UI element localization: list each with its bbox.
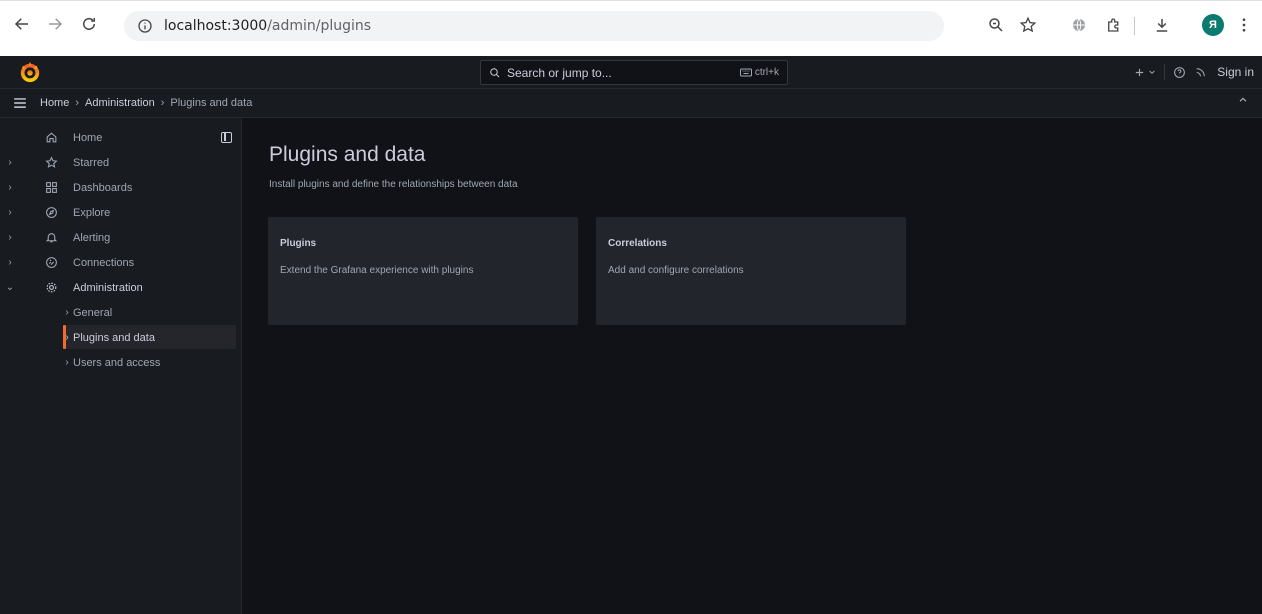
new-menu-button[interactable] <box>1134 67 1156 78</box>
sidebar-item-general[interactable]: › General <box>0 300 242 325</box>
sidebar-item-plugins-and-data[interactable]: › Plugins and data <box>0 325 242 350</box>
sidebar-item-label: General <box>73 306 113 319</box>
breadcrumb-separator-icon: › <box>75 97 80 109</box>
sidebar-item-dashboards[interactable]: › Dashboards <box>0 175 242 200</box>
bookmark-button[interactable] <box>1014 11 1042 39</box>
breadcrumb-separator-icon: › <box>160 97 165 109</box>
address-bar[interactable]: localhost:3000/admin/plugins <box>124 11 944 41</box>
chevron-right-icon[interactable]: › <box>5 257 15 268</box>
chevron-right-icon[interactable]: › <box>5 232 15 243</box>
card-title: Plugins <box>280 238 317 249</box>
chevron-right-icon[interactable]: › <box>5 182 15 193</box>
back-button[interactable] <box>9 11 35 37</box>
star-icon <box>44 156 58 170</box>
browser-menu-button[interactable] <box>1230 11 1258 39</box>
plugins-card[interactable]: Plugins Extend the Grafana experience wi… <box>268 217 578 325</box>
zoom-icon <box>989 18 1003 32</box>
menu-toggle-button[interactable] <box>0 89 40 118</box>
shortcut-label: ctrl+k <box>754 67 779 78</box>
url-host: localhost:3000 <box>164 18 268 34</box>
chevron-right-icon[interactable]: › <box>62 307 72 318</box>
puzzle-icon <box>1108 18 1119 32</box>
arrow-right-icon <box>49 18 63 30</box>
sidebar-item-connections[interactable]: › Connections <box>0 250 242 275</box>
chevron-right-icon[interactable]: › <box>62 332 72 343</box>
sidebar-item-home[interactable]: Home <box>0 125 242 150</box>
search-placeholder: Search or jump to... <box>507 65 612 80</box>
keyboard-icon <box>739 68 752 77</box>
site-info-icon[interactable] <box>132 18 158 34</box>
home-icon <box>44 131 58 145</box>
sidebar-item-starred[interactable]: › Starred <box>0 150 242 175</box>
page-title: Plugins and data <box>269 143 426 166</box>
sidebar-item-label: Home <box>73 131 103 144</box>
zoom-button[interactable] <box>982 11 1010 39</box>
topbar-divider <box>1164 64 1166 80</box>
breadcrumb-administration[interactable]: Administration <box>85 97 155 109</box>
profile-avatar[interactable]: Я <box>1202 14 1224 36</box>
reload-icon <box>83 17 95 30</box>
bell-icon <box>44 231 58 245</box>
sign-in-link[interactable]: Sign in <box>1217 65 1254 79</box>
search-bar[interactable]: Search or jump to... ctrl+k <box>480 60 788 85</box>
download-icon <box>1156 19 1168 32</box>
sidebar-item-explore[interactable]: › Explore <box>0 200 242 225</box>
url-text: localhost:3000/admin/plugins <box>164 17 371 35</box>
page-subtitle: Install plugins and define the relations… <box>269 179 518 190</box>
rss-icon[interactable] <box>1194 66 1207 79</box>
apps-icon <box>44 181 58 195</box>
sidebar-item-label: Connections <box>73 256 135 269</box>
sidebar-item-alerting[interactable]: › Alerting <box>0 225 242 250</box>
reload-button[interactable] <box>76 11 102 37</box>
sidebar-item-label: Starred <box>73 156 110 169</box>
sidebar-item-label: Administration <box>73 281 143 294</box>
card-description: Add and configure correlations <box>608 265 744 276</box>
more-vertical-icon <box>1242 18 1246 32</box>
globe-icon <box>1073 18 1085 32</box>
sidebar-item-label: Plugins and data <box>73 331 155 344</box>
sidebar-item-label: Users and access <box>73 356 161 369</box>
url-path: /admin/plugins <box>267 18 372 34</box>
chevron-right-icon[interactable]: › <box>5 157 15 168</box>
extension-globe-button[interactable] <box>1065 11 1093 39</box>
connections-icon <box>44 256 58 270</box>
search-icon <box>490 67 500 77</box>
compass-icon <box>44 206 58 220</box>
breadcrumb: Home › Administration › Plugins and data <box>0 89 1262 118</box>
card-description: Extend the Grafana experience with plugi… <box>280 265 474 276</box>
sidebar-item-label: Alerting <box>73 231 111 244</box>
sidebar-item-label: Dashboards <box>73 181 133 194</box>
chevron-up-icon[interactable] <box>1238 95 1248 105</box>
arrow-left-icon <box>14 18 28 30</box>
forward-button[interactable] <box>42 11 68 37</box>
hamburger-icon <box>14 98 26 108</box>
browser-toolbar: localhost:3000/admin/plugins Я <box>0 0 1262 56</box>
sidebar-nav: Home › Starred › Dashboards › Explore › … <box>0 118 242 614</box>
downloads-button[interactable] <box>1148 11 1176 39</box>
correlations-card[interactable]: Correlations Add and configure correlati… <box>596 217 906 325</box>
star-outline-icon <box>1019 16 1037 33</box>
topbar-actions: Sign in <box>1134 61 1254 83</box>
grafana-topbar: Search or jump to... ctrl+k Sign in <box>0 56 1262 89</box>
breadcrumb-current: Plugins and data <box>170 97 253 109</box>
grafana-logo-icon[interactable] <box>19 60 41 84</box>
plus-icon <box>1136 68 1144 76</box>
help-icon[interactable] <box>1173 66 1186 79</box>
main-content: Plugins and data Install plugins and def… <box>243 118 1262 614</box>
toolbar-divider <box>1134 17 1135 35</box>
sidebar-item-administration[interactable]: ⌄ Administration <box>0 275 242 300</box>
cog-icon <box>44 281 58 295</box>
chevron-right-icon[interactable]: › <box>5 207 15 218</box>
breadcrumb-home[interactable]: Home <box>40 97 69 109</box>
chevron-down-icon <box>1149 70 1155 75</box>
search-shortcut: ctrl+k <box>739 67 779 78</box>
sidebar-item-label: Explore <box>73 206 111 219</box>
sidebar-item-users-and-access[interactable]: › Users and access <box>0 350 242 375</box>
card-title: Correlations <box>608 238 667 249</box>
extensions-button[interactable] <box>1100 11 1128 39</box>
chevron-right-icon[interactable]: › <box>62 357 72 368</box>
chevron-down-icon[interactable]: ⌄ <box>5 282 15 293</box>
